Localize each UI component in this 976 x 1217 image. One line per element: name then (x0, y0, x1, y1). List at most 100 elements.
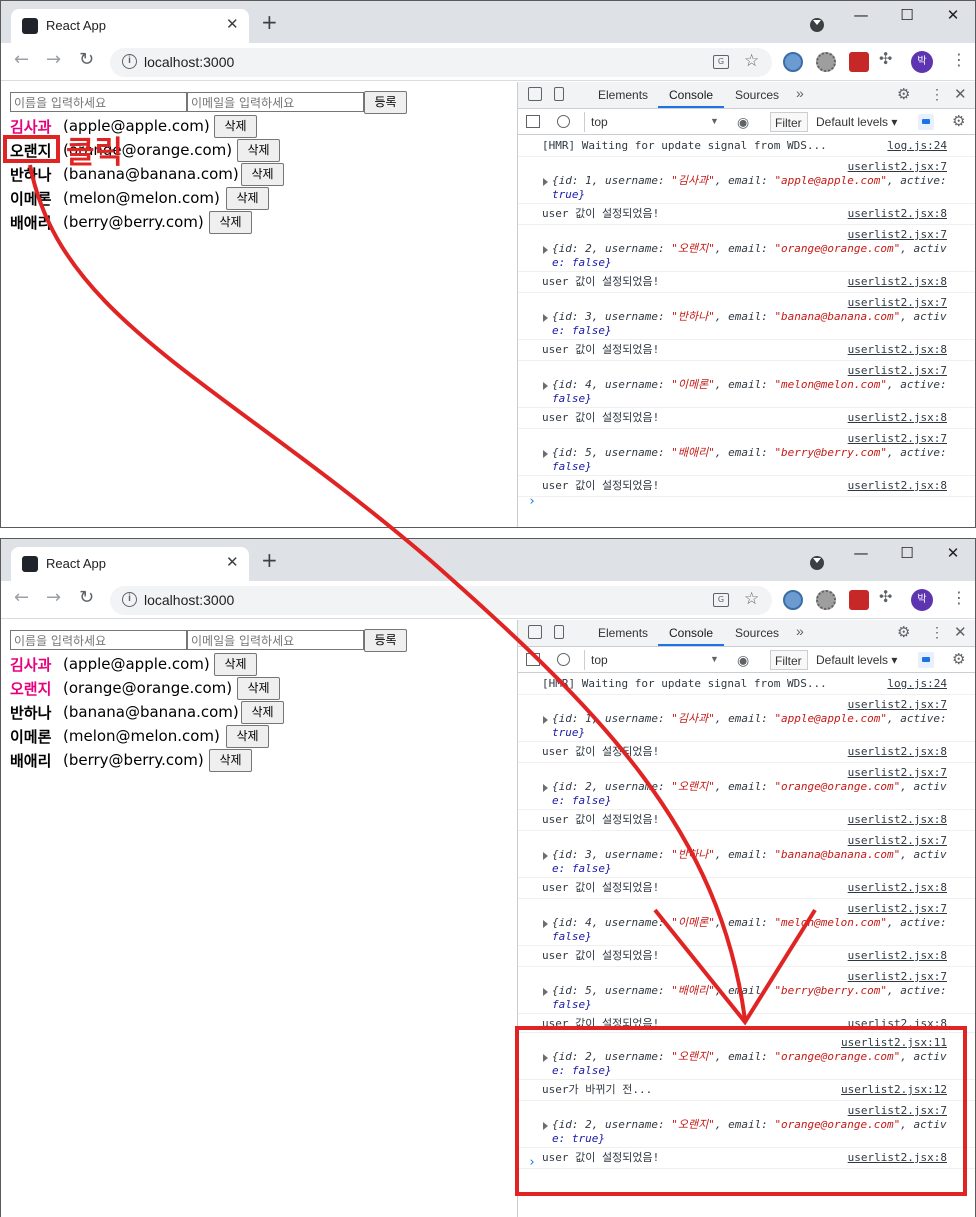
log-levels-dropdown[interactable]: Default levels ▾ (816, 653, 897, 667)
filter-input[interactable]: Filter (770, 650, 808, 670)
source-link[interactable]: userlist2.jsx:7 (848, 228, 947, 241)
source-link[interactable]: userlist2.jsx:7 (848, 160, 947, 173)
console-object[interactable]: userlist2.jsx:7 {id: 2, username: "오랜지",… (518, 225, 975, 272)
info-icon[interactable]: i (122, 54, 137, 69)
messages-icon[interactable] (918, 114, 934, 130)
url-text[interactable]: localhost:3000 (144, 592, 234, 608)
delete-button[interactable]: 삭제 (209, 211, 252, 234)
delete-button[interactable]: 삭제 (214, 115, 257, 138)
console-object[interactable]: userlist2.jsx:7 {id: 4, username: "이메론",… (518, 361, 975, 408)
tab-console[interactable]: Console (669, 626, 713, 640)
expand-triangle-icon[interactable] (543, 920, 548, 928)
console-object[interactable]: userlist2.jsx:7 {id: 3, username: "반하나",… (518, 831, 975, 878)
username[interactable]: 반하나 (10, 164, 51, 185)
menu-kebab-icon[interactable]: ⋮ (951, 588, 967, 607)
close-tab-icon[interactable]: ✕ (226, 15, 239, 33)
clear-console-icon[interactable] (557, 653, 570, 666)
device-toolbar-icon[interactable] (554, 87, 564, 101)
username[interactable]: 배애리 (10, 750, 51, 771)
username[interactable]: 반하나 (10, 702, 51, 723)
tab-sources[interactable]: Sources (735, 88, 779, 102)
console-object[interactable]: userlist2.jsx:7 {id: 5, username: "배애리",… (518, 967, 975, 1014)
delete-button[interactable]: 삭제 (214, 653, 257, 676)
context-selector[interactable]: top (584, 650, 724, 670)
profile-avatar[interactable]: 박 (911, 589, 933, 611)
source-link[interactable]: log.js:24 (887, 677, 947, 690)
source-link[interactable]: userlist2.jsx:8 (848, 275, 947, 288)
name-input[interactable]: 이름을 입력하세요 (10, 630, 187, 650)
close-devtools-icon[interactable]: ✕ (954, 623, 967, 641)
maximize-icon[interactable]: ☐ (895, 6, 919, 24)
new-tab-icon[interactable]: + (261, 550, 278, 570)
source-link[interactable]: userlist2.jsx:8 (848, 881, 947, 894)
expand-triangle-icon[interactable] (543, 852, 548, 860)
browser-tab[interactable]: React App ✕ (11, 9, 249, 43)
sidebar-toggle-icon[interactable] (526, 653, 540, 666)
delete-button[interactable]: 삭제 (226, 725, 269, 748)
translate-icon[interactable]: G (713, 55, 729, 69)
expand-triangle-icon[interactable] (543, 784, 548, 792)
filter-input[interactable]: Filter (770, 112, 808, 132)
devtools-menu-icon[interactable]: ⋮ (930, 624, 944, 641)
back-icon[interactable]: ← (14, 49, 29, 70)
reload-icon[interactable]: ↻ (79, 587, 94, 608)
browser-tab[interactable]: React App ✕ (11, 547, 249, 581)
source-link[interactable]: log.js:24 (887, 139, 947, 152)
delete-button[interactable]: 삭제 (241, 701, 284, 724)
extension-gear-icon[interactable] (816, 590, 836, 610)
register-button[interactable]: 등록 (364, 629, 407, 652)
more-tabs-icon[interactable]: » (796, 85, 804, 101)
source-link[interactable]: userlist2.jsx:7 (848, 766, 947, 779)
source-link[interactable]: userlist2.jsx:7 (848, 970, 947, 983)
source-link[interactable]: userlist2.jsx:7 (848, 902, 947, 915)
address-bar[interactable]: i localhost:3000 G ☆ (110, 48, 772, 77)
username[interactable]: 김사과 (10, 116, 51, 137)
delete-button[interactable]: 삭제 (237, 139, 280, 162)
delete-button[interactable]: 삭제 (226, 187, 269, 210)
name-input[interactable]: 이름을 입력하세요 (10, 92, 187, 112)
tab-elements[interactable]: Elements (598, 88, 648, 102)
extensions-puzzle-icon[interactable]: ✣ (879, 49, 892, 68)
source-link[interactable]: userlist2.jsx:7 (848, 296, 947, 309)
device-toolbar-icon[interactable] (554, 625, 564, 639)
tab-elements[interactable]: Elements (598, 626, 648, 640)
source-link[interactable]: userlist2.jsx:8 (848, 479, 947, 492)
profile-avatar[interactable]: 박 (911, 51, 933, 73)
console-object[interactable]: userlist2.jsx:7 {id: 4, username: "이메론",… (518, 899, 975, 946)
console-object[interactable]: userlist2.jsx:7 {id: 1, username: "김사과",… (518, 157, 975, 204)
expand-triangle-icon[interactable] (543, 382, 548, 390)
expand-triangle-icon[interactable] (543, 450, 548, 458)
extensions-puzzle-icon[interactable]: ✣ (879, 587, 892, 606)
username[interactable]: 김사과 (10, 654, 51, 675)
delete-button[interactable]: 삭제 (209, 749, 252, 772)
source-link[interactable]: userlist2.jsx:8 (848, 813, 947, 826)
inspect-icon[interactable] (528, 87, 542, 101)
close-devtools-icon[interactable]: ✕ (954, 85, 967, 103)
extension-red-icon[interactable] (849, 52, 869, 72)
username[interactable]: 이메론 (10, 188, 51, 209)
forward-icon[interactable]: → (46, 49, 61, 70)
username[interactable]: 이메론 (10, 726, 51, 747)
delete-button[interactable]: 삭제 (237, 677, 280, 700)
expand-triangle-icon[interactable] (543, 988, 548, 996)
tab-sources[interactable]: Sources (735, 626, 779, 640)
source-link[interactable]: userlist2.jsx:7 (848, 698, 947, 711)
source-link[interactable]: userlist2.jsx:7 (848, 432, 947, 445)
extension-gear-icon[interactable] (816, 52, 836, 72)
context-selector[interactable]: top (584, 112, 724, 132)
close-window-icon[interactable]: ✕ (941, 544, 965, 562)
console-object[interactable]: userlist2.jsx:7 {id: 5, username: "배애리",… (518, 429, 975, 476)
console-object[interactable]: userlist2.jsx:7 {id: 1, username: "김사과",… (518, 695, 975, 742)
close-tab-icon[interactable]: ✕ (226, 553, 239, 571)
source-link[interactable]: userlist2.jsx:8 (848, 411, 947, 424)
inspect-icon[interactable] (528, 625, 542, 639)
forward-icon[interactable]: → (46, 587, 61, 608)
bookmark-star-icon[interactable]: ☆ (744, 51, 759, 71)
source-link[interactable]: userlist2.jsx:7 (848, 364, 947, 377)
live-expression-eye-icon[interactable]: ◉ (737, 652, 749, 669)
console-settings-icon[interactable]: ⚙ (952, 112, 965, 130)
settings-gear-icon[interactable]: ⚙ (897, 623, 910, 641)
source-link[interactable]: userlist2.jsx:8 (848, 207, 947, 220)
email-input[interactable]: 이메일을 입력하세요 (187, 92, 364, 112)
expand-triangle-icon[interactable] (543, 314, 548, 322)
